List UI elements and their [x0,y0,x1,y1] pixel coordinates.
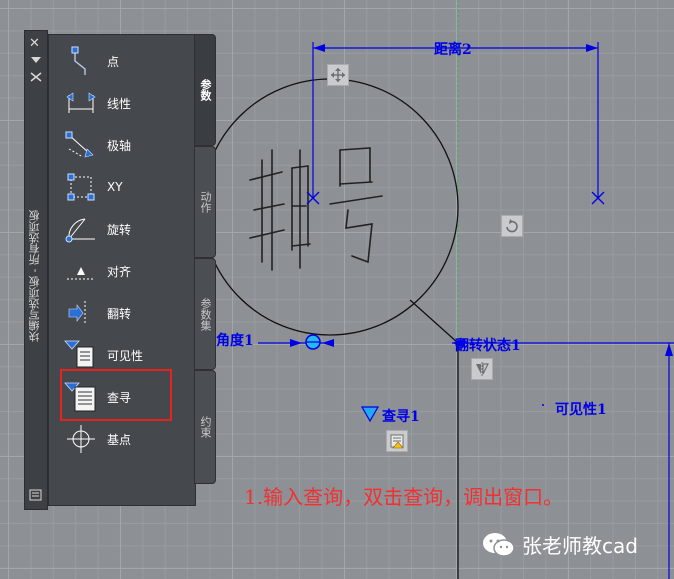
wechat-icon [483,532,515,557]
palette-item-linear[interactable]: 线性 [49,85,195,121]
distance-dimension[interactable] [312,42,599,198]
block-authoring-palette[interactable]: ✕ 块编写选项板 - 所有选项板 点 线性 极轴 XY 旋转 对齐 翻转 可见性… [24,30,216,510]
palette-item-basepoint[interactable]: 基点 [49,421,195,457]
close-icon[interactable]: ✕ [29,37,40,50]
point-param-icon [61,44,101,78]
autohide-icon[interactable] [30,55,42,65]
move-action-icon[interactable] [327,64,349,86]
alignment-param-icon [61,254,101,288]
flip-arrow-up [665,343,673,356]
palette-item-alignment[interactable]: 对齐 [49,253,195,289]
palette-title-strip[interactable]: ✕ 块编写选项板 - 所有选项板 [24,30,48,510]
palette-item-point[interactable]: 点 [49,43,195,79]
tab-constraints[interactable]: 约束 [194,370,216,484]
palette-item-label: 极轴 [107,138,132,153]
palette-item-label: 可见性 [107,348,144,363]
leader-line[interactable] [409,299,459,344]
tab-parameter-sets[interactable]: 参数集 [194,258,216,370]
palette-item-flip[interactable]: 翻转 [49,295,195,331]
angle-arrow-right [322,339,334,347]
palette-item-label: 翻转 [107,306,132,321]
lookup-param-marker[interactable] [361,406,379,422]
palette-menu-icon[interactable] [29,489,42,501]
palette-body: 点 线性 极轴 XY 旋转 对齐 翻转 可见性 查寻 基点 [48,34,196,506]
palette-item-xy[interactable]: XY [49,169,195,205]
angle-arrow-left [290,339,302,347]
palette-item-label: 基点 [107,432,132,447]
angle-label: 角度1 [216,333,254,349]
lookup-label: 查寻1 [382,409,420,425]
watermark-text: 张老师教cad [522,534,638,558]
palette-item-label: 点 [107,54,120,69]
lookup-highlight-box [60,369,172,421]
instruction-text: 1.输入查询，双击查询，调出窗口。 [244,485,564,509]
rotate-action-icon[interactable] [501,215,523,237]
palette-item-label: 对齐 [107,264,132,279]
handwriting-strokes [249,147,383,271]
lookup-action-icon[interactable] [386,430,408,452]
axis-circle[interactable] [201,78,459,336]
tab-actions[interactable]: 动作 [194,146,216,258]
flip-state-label: 翻转状态1 [455,338,521,354]
linear-param-icon [61,86,101,120]
visibility-label: 可见性1 [555,402,607,418]
flip-param-icon [61,296,101,330]
palette-item-label: 旋转 [107,222,132,237]
tab-parameters[interactable]: 参数 [194,34,216,146]
palette-title: 块编写选项板 - 所有选项板 [28,210,41,342]
visibility-param-icon [61,338,101,372]
palette-item-label: 线性 [107,96,132,111]
watermark: 张老师教cad [482,530,638,559]
basepoint-param-icon [61,422,101,456]
xy-param-icon [61,170,101,204]
palette-item-label: XY [107,180,123,194]
distance-arrow-left [313,44,325,52]
visibility-dot [542,404,544,406]
flip-action-icon[interactable] [471,358,493,380]
rotation-param-icon [61,212,101,246]
palette-item-polar[interactable]: 极轴 [49,127,195,163]
palette-item-visibility[interactable]: 可见性 [49,337,195,373]
distance-label: 距离2 [434,42,472,58]
polar-param-icon [61,128,101,162]
palette-item-rotation[interactable]: 旋转 [49,211,195,247]
distance-arrow-right [586,44,598,52]
